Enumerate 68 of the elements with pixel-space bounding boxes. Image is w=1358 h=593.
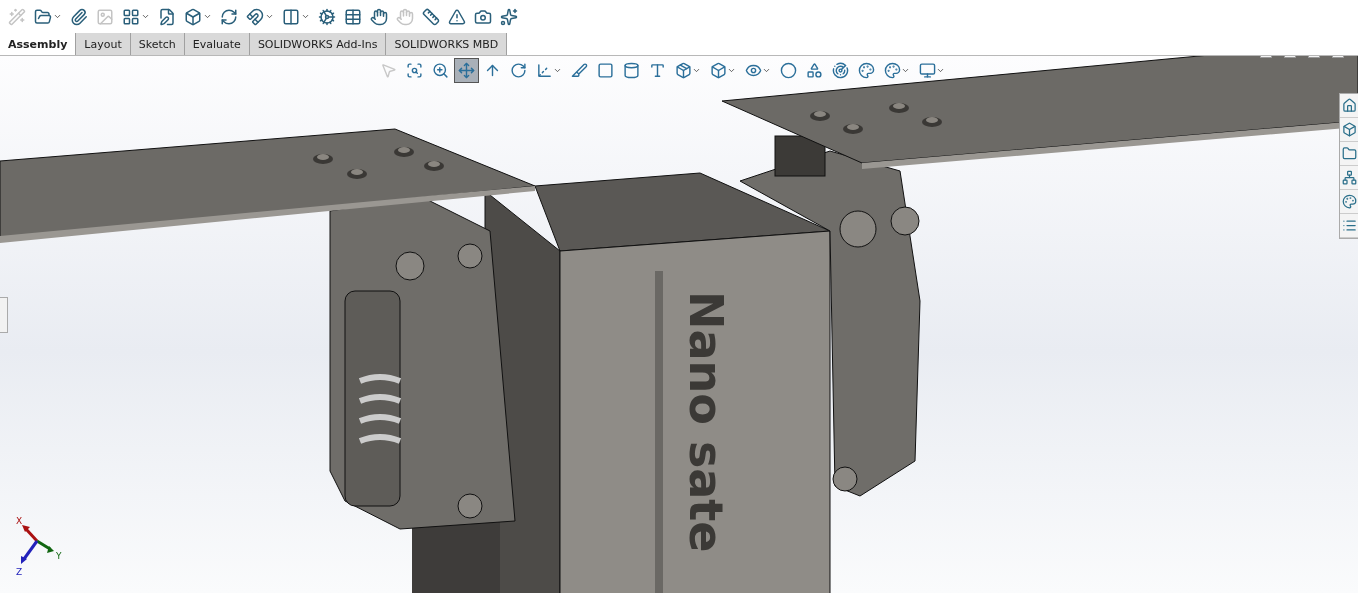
caret-icon[interactable] [936, 66, 945, 75]
caret-icon[interactable] [53, 12, 62, 21]
picture-icon [96, 7, 114, 26]
plane-icon [597, 62, 614, 79]
file-edit-icon [158, 7, 176, 26]
eye-icon [745, 62, 762, 79]
arrow-icon [484, 62, 501, 79]
axis-label: Z [16, 567, 23, 577]
rotate-icon [510, 62, 527, 79]
shapes-icon [806, 62, 823, 79]
palette-icon [858, 62, 875, 79]
caret-icon[interactable] [553, 66, 562, 75]
cube-icon [184, 7, 202, 26]
y-axis-arrow [36, 539, 54, 553]
hand-icon [396, 7, 414, 26]
zoom-fit-icon [406, 62, 423, 79]
caret-icon[interactable] [203, 12, 212, 21]
letter-icon [649, 62, 666, 79]
caret-icon[interactable] [762, 66, 771, 75]
ribbon-tab[interactable]: Layout [76, 33, 131, 55]
z-axis-arrow [21, 540, 39, 564]
palette-icon [884, 62, 901, 79]
folder-icon [1341, 146, 1357, 161]
engraved-text: Nano sate [679, 291, 733, 553]
ribbon-tab[interactable]: Evaluate [184, 33, 250, 55]
ribbon-tab[interactable]: SOLIDWORKS MBD [386, 33, 508, 55]
pointer-icon [380, 62, 397, 79]
rings-icon [832, 62, 849, 79]
camera-icon [474, 7, 492, 26]
palette-icon [1341, 194, 1357, 209]
side-panel-handle[interactable] [0, 297, 8, 333]
wand-icon [8, 7, 26, 26]
x-axis-arrow [22, 525, 39, 542]
caret-icon[interactable] [141, 12, 150, 21]
magnet-icon [246, 7, 264, 26]
monitor-icon [919, 62, 936, 79]
sphere-icon [780, 62, 797, 79]
grid-icon [122, 7, 140, 26]
folder-icon [34, 7, 52, 26]
tree-icon [1341, 170, 1357, 185]
cube-icon [710, 62, 727, 79]
table-icon [344, 7, 362, 26]
cube-icon [1341, 122, 1357, 137]
warning-icon [448, 7, 466, 26]
ribbon-tab[interactable]: Sketch [130, 33, 185, 55]
caret-icon[interactable] [301, 12, 310, 21]
knife-icon [571, 62, 588, 79]
zoom-icon [432, 62, 449, 79]
sparkle-icon [500, 7, 518, 26]
home-icon [1341, 98, 1357, 113]
ribbon-tab[interactable]: SOLIDWORKS Add-Ins [249, 33, 387, 55]
move-icon [458, 62, 475, 79]
paperclip-icon [70, 7, 88, 26]
axis-label: X [16, 516, 23, 526]
caret-icon[interactable] [727, 66, 736, 75]
axis-label: Y [56, 551, 62, 561]
box-icon [675, 62, 692, 79]
cylinder-icon [623, 62, 640, 79]
hand-icon [370, 7, 388, 26]
axis-icon [536, 62, 553, 79]
caret-icon[interactable] [901, 66, 910, 75]
ruler-icon [422, 7, 440, 26]
caret-icon[interactable] [265, 12, 274, 21]
list-icon [1341, 218, 1357, 233]
gear-icon [318, 7, 336, 26]
columns-icon [282, 7, 300, 26]
refresh-icon [220, 7, 238, 26]
caret-icon[interactable] [692, 66, 701, 75]
